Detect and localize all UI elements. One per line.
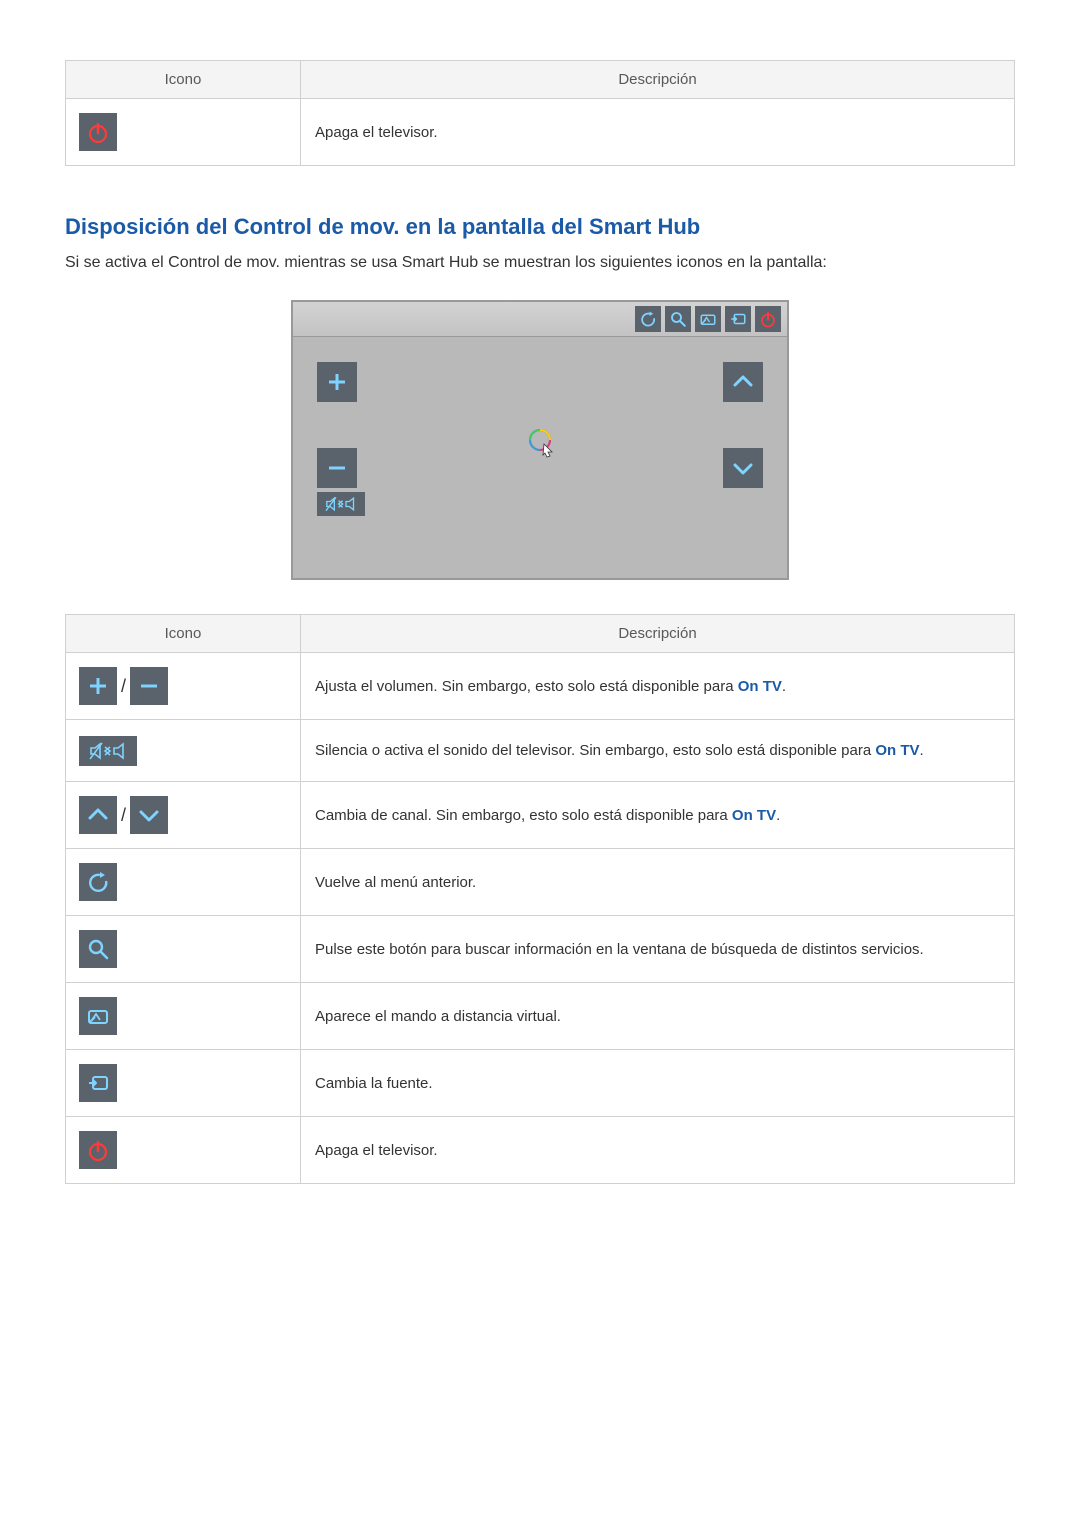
table-row: Vuelve al menú anterior. [66,849,1015,916]
section-body: Si se activa el Control de mov. mientras… [65,254,1015,272]
tv-screenshot [291,300,789,580]
channel-up-icon [79,796,117,834]
back-icon [635,306,661,332]
section-title: Disposición del Control de mov. en la pa… [65,214,1015,240]
on-tv-link[interactable]: On TV [738,678,782,695]
col-header-desc: Descripción [301,615,1015,653]
separator: / [118,805,129,826]
channel-down-icon [723,448,763,488]
source-icon [725,306,751,332]
channel-up-icon [723,362,763,402]
table-row: Apaga el televisor. [66,99,1015,166]
search-icon [79,930,117,968]
tv-left-controls [317,362,365,516]
source-icon [79,1064,117,1102]
table-row: / Cambia de canal. Sin embargo, esto sol… [66,782,1015,849]
volume-up-icon [317,362,357,402]
desc-text: Ajusta el volumen. Sin embargo, esto sol… [301,653,1015,720]
remote-icon [695,306,721,332]
table-row: / Ajusta el volumen. Sin embargo, esto s… [66,653,1015,720]
col-header-desc: Descripción [301,61,1015,99]
mute-icon [79,736,137,766]
desc-text: Apaga el televisor. [301,99,1015,166]
table-row: Cambia la fuente. [66,1050,1015,1117]
volume-down-icon [130,667,168,705]
table-row: Aparece el mando a distancia virtual. [66,983,1015,1050]
desc-text: Cambia de canal. Sin embargo, esto solo … [301,782,1015,849]
desc-text: Apaga el televisor. [301,1117,1015,1184]
desc-text: Vuelve al menú anterior. [301,849,1015,916]
volume-down-icon [317,448,357,488]
icon-table-main: Icono Descripción / Ajusta el volumen. S… [65,614,1015,1184]
desc-text: Silencia o activa el sonido del televiso… [301,720,1015,782]
motion-cursor-icon [526,426,554,454]
tv-right-controls [723,362,763,488]
tv-titlebar [293,302,787,337]
col-header-icon: Icono [66,61,301,99]
on-tv-link[interactable]: On TV [732,807,776,824]
separator: / [118,676,129,697]
channel-down-icon [130,796,168,834]
power-icon [755,306,781,332]
table-row: Pulse este botón para buscar información… [66,916,1015,983]
power-icon [79,113,117,151]
back-icon [79,863,117,901]
mute-icon [317,492,365,516]
table-row: Silencia o activa el sonido del televiso… [66,720,1015,782]
search-icon [665,306,691,332]
volume-up-icon [79,667,117,705]
document-page: Icono Descripción Apaga el televisor. Di… [0,0,1080,1304]
desc-text: Pulse este botón para buscar información… [301,916,1015,983]
table-row: Apaga el televisor. [66,1117,1015,1184]
icon-table-top: Icono Descripción Apaga el televisor. [65,60,1015,166]
desc-text: Cambia la fuente. [301,1050,1015,1117]
on-tv-link[interactable]: On TV [875,742,919,759]
power-icon [79,1131,117,1169]
remote-icon [79,997,117,1035]
col-header-icon: Icono [66,615,301,653]
desc-text: Aparece el mando a distancia virtual. [301,983,1015,1050]
